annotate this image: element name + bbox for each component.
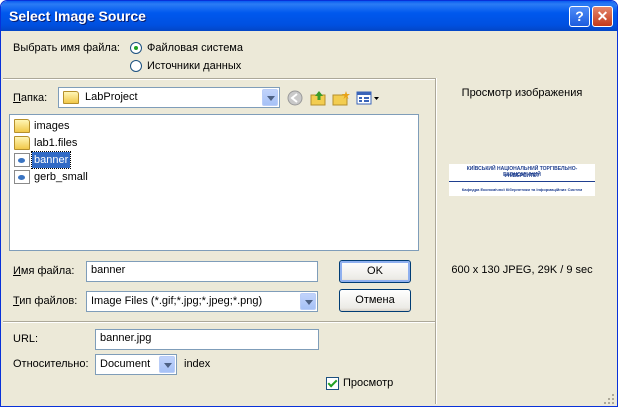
- url-label: URL:: [13, 333, 39, 345]
- source-label: Выбрать имя файла:: [13, 42, 120, 54]
- close-button[interactable]: ✕: [592, 6, 613, 27]
- file-list[interactable]: images lab1.files banner gerb_small: [9, 114, 419, 251]
- divider: [3, 78, 435, 80]
- file-name: lab1.files: [34, 137, 78, 149]
- relative-select[interactable]: Document: [95, 354, 177, 375]
- folder-combo[interactable]: LabProject: [58, 87, 280, 108]
- title-bar[interactable]: Select Image Source ? ✕: [1, 1, 617, 31]
- image-file-icon: [14, 153, 30, 167]
- back-icon[interactable]: [286, 90, 304, 106]
- file-name: images: [34, 120, 70, 132]
- banner-divider: [449, 181, 595, 182]
- folder-icon: [63, 91, 79, 104]
- filename-label: Имя файла:: [13, 265, 75, 277]
- preview-info: 600 x 130 JPEG, 29K / 9 sec: [451, 264, 593, 276]
- url-input[interactable]: banner.jpg: [95, 329, 319, 350]
- image-file-icon: [14, 170, 30, 184]
- chevron-down-icon[interactable]: [262, 89, 278, 106]
- relative-value: Document: [100, 358, 151, 370]
- chevron-down-icon[interactable]: [300, 293, 316, 310]
- preview-checkbox-label[interactable]: Просмотр: [343, 377, 393, 389]
- banner-line3: Кафедра Економічної Кібернетики та Інфор…: [461, 187, 583, 192]
- vertical-divider: [435, 78, 437, 404]
- folder-label: Папка:: [13, 92, 48, 104]
- dialog-window: Select Image Source ? ✕ Выбрать имя файл…: [0, 0, 618, 407]
- preview-checkbox[interactable]: [326, 377, 339, 390]
- radio-filesystem[interactable]: [130, 42, 142, 54]
- preview-image: КИЇВСЬКИЙ НАЦІОНАЛЬНИЙ ТОРГІВЕЛЬНО-ЕКОНО…: [449, 164, 595, 196]
- up-folder-icon[interactable]: [310, 90, 328, 106]
- relative-label: Относительно:: [13, 358, 89, 370]
- view-menu-icon[interactable]: [356, 90, 380, 106]
- file-name: banner: [30, 151, 72, 169]
- filename-input[interactable]: banner: [86, 261, 318, 282]
- banner-line2: УНІВЕРСИТЕТ: [504, 173, 540, 179]
- file-name: gerb_small: [34, 171, 88, 183]
- help-button[interactable]: ?: [569, 6, 590, 27]
- radio-datasources[interactable]: [130, 60, 142, 72]
- resize-grip-icon[interactable]: [603, 393, 615, 405]
- relative-suffix: index: [184, 358, 211, 370]
- new-folder-icon[interactable]: [332, 90, 350, 106]
- chevron-down-icon[interactable]: [159, 356, 175, 373]
- ok-button[interactable]: OK: [339, 260, 411, 283]
- filetype-label: Тип файлов:: [13, 295, 78, 307]
- folder-value: LabProject: [85, 91, 138, 103]
- radio-filesystem-label[interactable]: Файловая система: [147, 42, 243, 54]
- window-title: Select Image Source: [9, 8, 146, 24]
- divider: [3, 321, 435, 323]
- filetype-value: Image Files (*.gif;*.jpg;*.jpeg;*.png): [91, 295, 263, 307]
- filetype-select[interactable]: Image Files (*.gif;*.jpg;*.jpeg;*.png): [86, 291, 318, 312]
- cancel-button[interactable]: Отмена: [339, 289, 411, 312]
- preview-title: Просмотр изображения: [461, 87, 583, 99]
- folder-icon: [14, 136, 30, 150]
- folder-icon: [14, 119, 30, 133]
- radio-datasources-label[interactable]: Источники данных: [147, 60, 241, 72]
